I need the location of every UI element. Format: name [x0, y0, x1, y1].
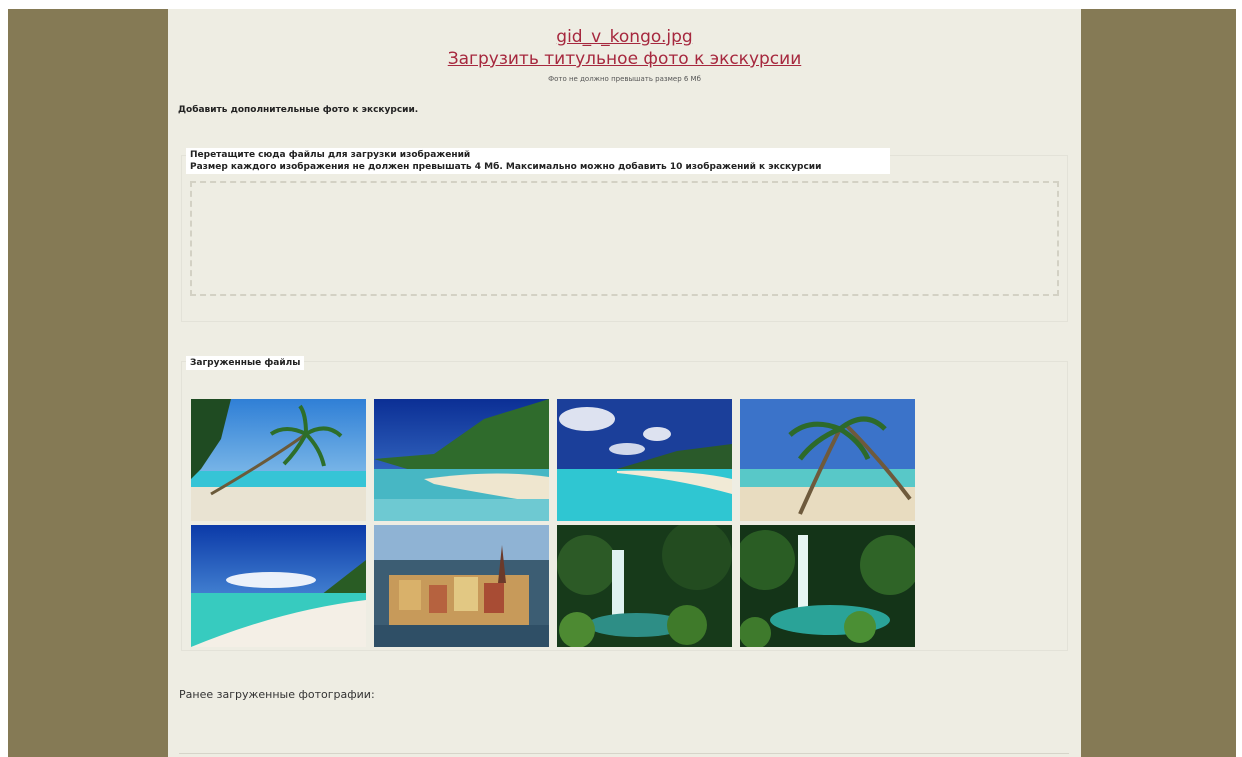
file-dropzone[interactable] [190, 181, 1059, 296]
photo-thumbnail-waterfall-pool[interactable] [740, 525, 915, 647]
previous-photos-heading: Ранее загруженные фотографии: [179, 688, 375, 701]
title-photo-size-note: Фото не должно превышать размер 6 Мб [548, 75, 701, 83]
dropzone-instructions: Перетащите сюда файлы для загрузки изобр… [186, 148, 890, 174]
photo-thumbnail-turquoise-lagoon[interactable] [557, 399, 732, 521]
dropzone-instruction-line1: Перетащите сюда файлы для загрузки изобр… [190, 150, 471, 160]
content-panel: gid_v_kongo.jpg Загрузить титульное фото… [168, 9, 1081, 757]
photo-thumbnail-jungle-waterfall[interactable] [557, 525, 732, 647]
dropzone-instruction-line2: Размер каждого изображения не должен пре… [190, 162, 822, 172]
photo-thumbnail-palm-trees-beach[interactable] [740, 399, 915, 521]
photo-thumbnail-beach-leaning-palm[interactable] [191, 399, 366, 521]
title-photo-filename-link[interactable]: gid_v_kongo.jpg [168, 27, 1081, 47]
uploaded-photos-grid [191, 399, 919, 647]
uploaded-files-heading: Загруженные файлы [186, 356, 305, 370]
photo-thumbnail-old-town-island-city[interactable] [374, 525, 549, 647]
divider [179, 753, 1069, 754]
photo-thumbnail-tropical-island-shore[interactable] [374, 399, 549, 521]
photo-thumbnail-white-sand-beach[interactable] [191, 525, 366, 647]
additional-photos-heading: Добавить дополнительные фото к экскурсии… [178, 105, 419, 115]
upload-title-photo-link[interactable]: Загрузить титульное фото к экскурсии [168, 49, 1081, 69]
